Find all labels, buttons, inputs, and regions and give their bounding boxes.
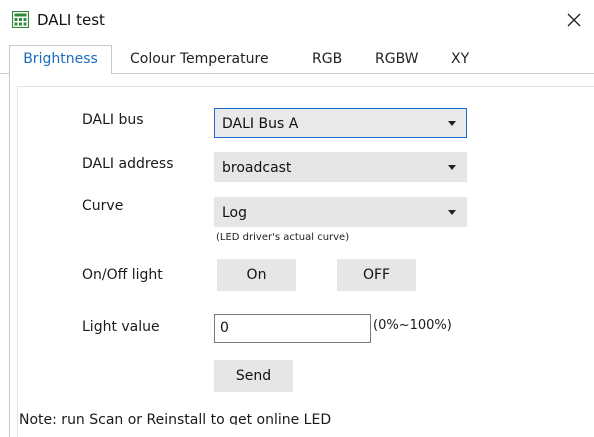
tab-brightness[interactable]: Brightness bbox=[9, 45, 112, 74]
dali-address-value: broadcast bbox=[222, 160, 292, 176]
dali-bus-value: DALI Bus A bbox=[222, 116, 299, 132]
curve-hint: (LED driver's actual curve) bbox=[216, 232, 350, 243]
scan-note: Note: run Scan or Reinstall to get onlin… bbox=[19, 412, 332, 425]
curve-select[interactable]: Log bbox=[214, 197, 467, 227]
light-value-label: Light value bbox=[82, 319, 160, 335]
curve-value: Log bbox=[222, 205, 248, 221]
curve-label: Curve bbox=[82, 198, 124, 214]
dali-address-select[interactable]: broadcast bbox=[214, 152, 467, 182]
chevron-down-icon bbox=[448, 210, 456, 215]
light-value-unit: (0%~100%) bbox=[373, 318, 452, 333]
off-button[interactable]: OFF bbox=[337, 259, 416, 291]
send-button[interactable]: Send bbox=[214, 360, 293, 392]
dali-test-window: DALI test Brightness Colour Temperature … bbox=[0, 0, 594, 437]
dali-bus-label: DALI bus bbox=[82, 112, 144, 128]
light-value-input[interactable]: 0 bbox=[214, 314, 371, 343]
dali-bus-select[interactable]: DALI Bus A bbox=[214, 108, 467, 138]
onoff-light-label: On/Off light bbox=[82, 267, 163, 283]
dali-address-label: DALI address bbox=[82, 156, 174, 172]
chevron-down-icon bbox=[448, 121, 456, 126]
chevron-down-icon bbox=[448, 165, 456, 170]
on-button[interactable]: On bbox=[217, 259, 296, 291]
